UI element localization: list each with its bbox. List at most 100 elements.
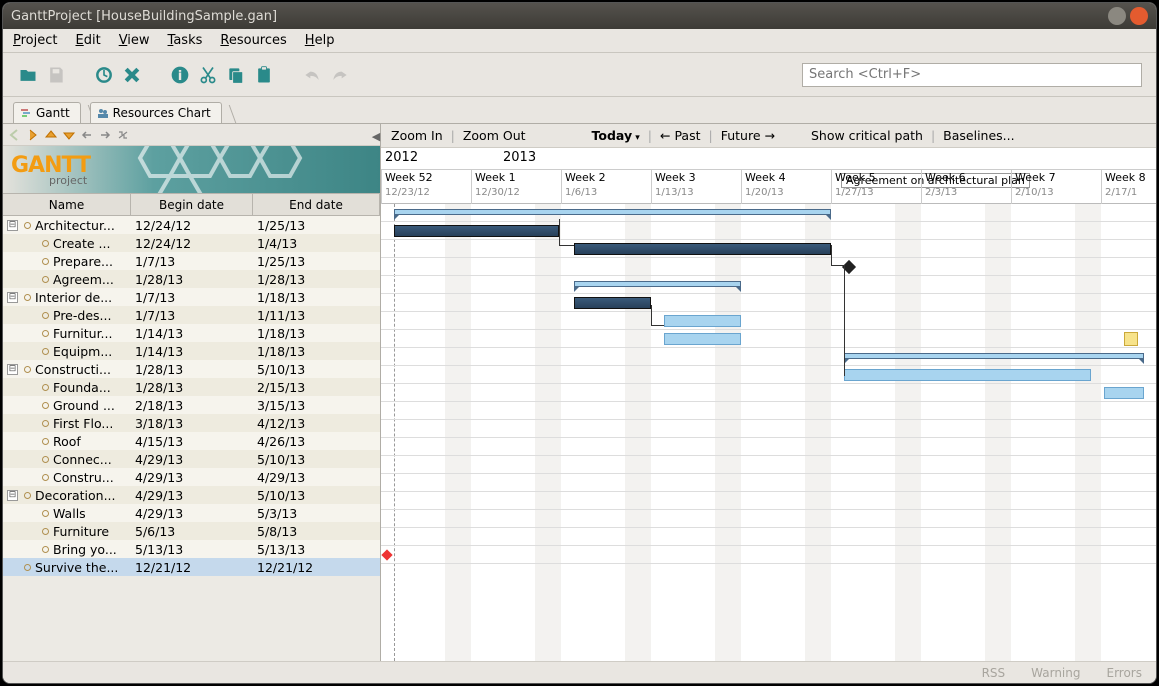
link-icon[interactable] [115, 127, 131, 143]
splitter-handle[interactable]: ◀ [371, 124, 381, 148]
task-name: Interior de... [35, 290, 112, 305]
indent-icon[interactable] [97, 127, 113, 143]
task-row[interactable]: First Flo...3/18/134/12/13 [3, 414, 380, 432]
task-row[interactable]: ⊟Architectur...12/24/121/25/13 [3, 216, 380, 234]
task-end: 1/25/13 [253, 218, 380, 233]
save-icon[interactable] [45, 64, 67, 86]
task-row[interactable]: Ground ...2/18/133/15/13 [3, 396, 380, 414]
paste-icon[interactable] [253, 64, 275, 86]
task-bullet-icon [24, 366, 31, 373]
week-date: 12/30/12 [475, 187, 520, 198]
expander-icon[interactable]: ⊟ [7, 490, 18, 501]
baselines-button[interactable]: Baselines... [943, 128, 1014, 143]
week-date: 1/27/13 [835, 187, 874, 198]
task-row[interactable]: Furniture5/6/135/8/13 [3, 522, 380, 540]
task-bullet-icon [24, 222, 31, 229]
task-bar[interactable] [1104, 387, 1144, 399]
tab-gantt[interactable]: Gantt [13, 102, 81, 123]
task-row[interactable]: Equipm...1/14/131/18/13 [3, 342, 380, 360]
status-rss[interactable]: RSS [982, 666, 1006, 680]
delete-icon[interactable] [121, 64, 143, 86]
undo-icon[interactable] [301, 64, 323, 86]
col-begin[interactable]: Begin date [131, 194, 253, 215]
task-name: Furnitur... [53, 326, 112, 341]
week-label: Week 1 [475, 171, 516, 184]
critical-path-button[interactable]: Show critical path [811, 128, 923, 143]
redo-icon[interactable] [329, 64, 351, 86]
statusbar: RSS Warning Errors [3, 661, 1156, 683]
task-row[interactable]: Founda...1/28/132/15/13 [3, 378, 380, 396]
expander-icon[interactable]: ⊟ [7, 220, 18, 231]
task-name: Bring yo... [53, 542, 117, 557]
copy-icon[interactable] [225, 64, 247, 86]
refresh-icon[interactable] [93, 64, 115, 86]
menu-project[interactable]: Project [13, 33, 58, 48]
col-end[interactable]: End date [253, 194, 380, 215]
task-row[interactable]: Pre-des...1/7/131/11/13 [3, 306, 380, 324]
past-button[interactable]: ← Past [660, 128, 701, 143]
task-row[interactable]: Constru...4/29/134/29/13 [3, 468, 380, 486]
task-bullet-icon [42, 240, 49, 247]
minimize-button[interactable] [1108, 7, 1126, 25]
titlebar: GanttProject [HouseBuildingSample.gan] [3, 3, 1156, 29]
expander-icon[interactable]: ⊟ [7, 292, 18, 303]
task-row[interactable]: Connec...4/29/135/10/13 [3, 450, 380, 468]
nav-down-icon[interactable] [61, 127, 77, 143]
task-row[interactable]: Survive the...12/21/1212/21/12 [3, 558, 380, 576]
task-row[interactable]: Agreem...1/28/131/28/13 [3, 270, 380, 288]
task-row[interactable]: Create ...12/24/121/4/13 [3, 234, 380, 252]
menu-view[interactable]: View [119, 33, 150, 48]
task-name: Create ... [53, 236, 110, 251]
week-date: 2/3/13 [925, 187, 957, 198]
cut-icon[interactable] [197, 64, 219, 86]
search-input[interactable] [802, 63, 1142, 87]
tab-resources[interactable]: Resources Chart [90, 102, 222, 123]
summary-bar[interactable] [394, 209, 831, 215]
note-icon[interactable] [1124, 332, 1138, 346]
menu-help[interactable]: Help [305, 33, 335, 48]
zoom-in-button[interactable]: Zoom In [391, 128, 443, 143]
summary-bar[interactable] [574, 281, 741, 287]
week-label: Week 52 [385, 171, 433, 184]
nav-up-icon[interactable] [43, 127, 59, 143]
task-row[interactable]: Bring yo...5/13/135/13/13 [3, 540, 380, 558]
task-row[interactable]: Roof4/15/134/26/13 [3, 432, 380, 450]
menu-tasks[interactable]: Tasks [168, 33, 203, 48]
status-warning[interactable]: Warning [1031, 666, 1080, 680]
nav-forward-icon[interactable] [25, 127, 41, 143]
task-row[interactable]: ⊟Decoration...4/29/135/10/13 [3, 486, 380, 504]
timeline[interactable]: 20122013Agreement on architectural plan … [381, 148, 1156, 204]
status-errors[interactable]: Errors [1106, 666, 1142, 680]
task-row[interactable]: ⊟Interior de...1/7/131/18/13 [3, 288, 380, 306]
zoom-out-button[interactable]: Zoom Out [463, 128, 526, 143]
task-bar[interactable] [664, 315, 741, 327]
task-bar[interactable] [664, 333, 741, 345]
future-button[interactable]: Future → [721, 128, 775, 143]
task-row[interactable]: ⊟Constructi...1/28/135/10/13 [3, 360, 380, 378]
task-row[interactable]: Prepare...1/7/131/25/13 [3, 252, 380, 270]
gantt-chart[interactable] [381, 204, 1156, 661]
close-button[interactable] [1130, 7, 1148, 25]
task-bar[interactable] [574, 297, 651, 309]
gantt-icon [20, 107, 32, 119]
nav-back-icon[interactable] [7, 127, 23, 143]
task-bar[interactable] [394, 225, 559, 237]
open-icon[interactable] [17, 64, 39, 86]
task-bar[interactable] [574, 243, 831, 255]
task-bar[interactable] [844, 369, 1091, 381]
task-bullet-icon [24, 294, 31, 301]
today-button[interactable]: Today [592, 128, 640, 143]
outdent-icon[interactable] [79, 127, 95, 143]
info-icon[interactable]: i [169, 64, 191, 86]
col-name[interactable]: Name [3, 194, 131, 215]
task-row[interactable]: Furnitur...1/14/131/18/13 [3, 324, 380, 342]
menu-resources[interactable]: Resources [220, 33, 286, 48]
window-title: GanttProject [HouseBuildingSample.gan] [11, 9, 1104, 24]
summary-bar[interactable] [844, 353, 1144, 359]
task-begin: 1/28/13 [131, 380, 253, 395]
menu-edit[interactable]: Edit [76, 33, 101, 48]
task-row[interactable]: Walls4/29/135/3/13 [3, 504, 380, 522]
expander-icon[interactable]: ⊟ [7, 364, 18, 375]
task-name: Prepare... [53, 254, 113, 269]
task-begin: 4/29/13 [131, 488, 253, 503]
